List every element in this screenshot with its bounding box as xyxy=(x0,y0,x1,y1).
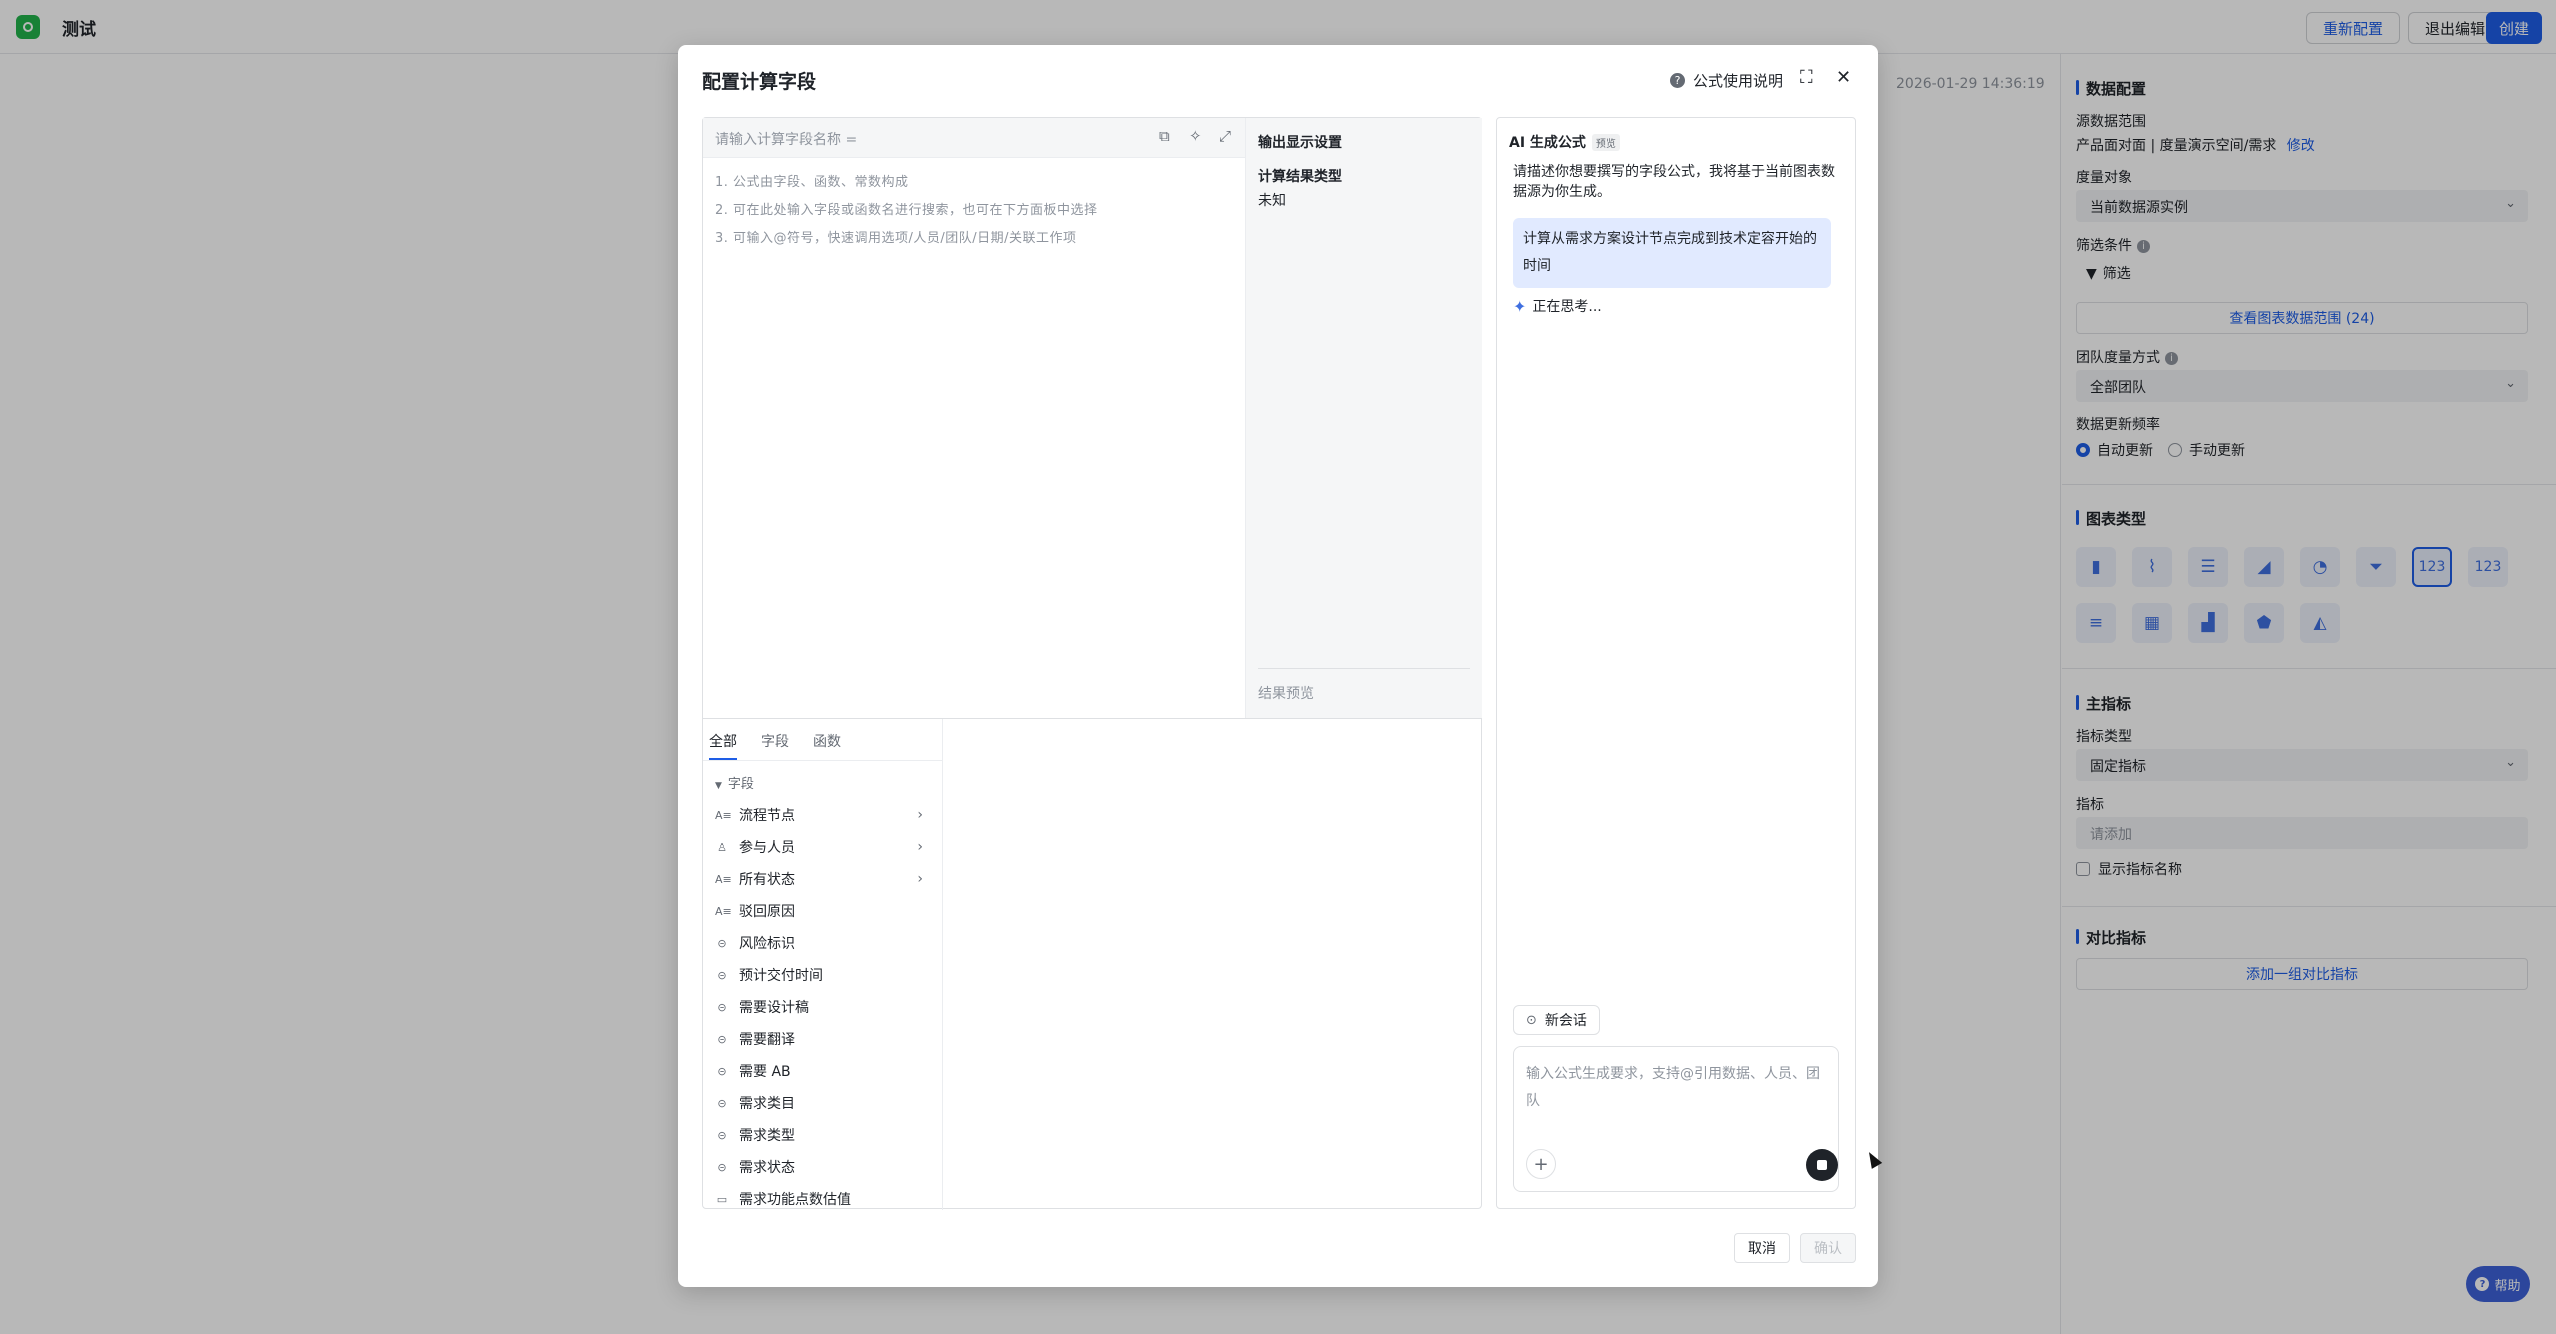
field-name: 需求类目 xyxy=(739,1096,795,1112)
field-name: 驳回原因 xyxy=(739,904,795,920)
sparkle-icon: ✦ xyxy=(1513,296,1527,316)
ai-formula-panel: AI 生成公式 预览 请描述你想要撰写的字段公式，我将基于当前图表数据源为你生成。… xyxy=(1496,117,1856,1209)
tab-fields[interactable]: 字段 xyxy=(761,731,789,751)
thinking-text: 正在思考... xyxy=(1532,299,1602,315)
field-type-icon: ⊝ xyxy=(717,1096,727,1110)
field-type-icon: ♙ xyxy=(717,840,727,854)
close-icon[interactable]: ✕ xyxy=(1836,67,1851,88)
field-list-item[interactable]: ⊝ 预计交付时间 xyxy=(715,961,933,989)
field-type-icon: ⊝ xyxy=(717,1032,727,1046)
divider xyxy=(1258,668,1470,669)
field-name: 需求功能点数估值 xyxy=(739,1192,851,1208)
field-type-icon: ⊝ xyxy=(717,1064,727,1078)
field-name: 参与人员 xyxy=(739,840,795,856)
field-list: ▼ 字段 A≡ 流程节点 › ♙ 参与人员 › A≡ 所有状态 › A≡ 驳回原因 ⊝ 风险标识 ⊝ 预计交付… xyxy=(703,761,943,1210)
ai-title-text: AI 生成公式 xyxy=(1509,135,1586,151)
formula-help-link[interactable]: ? 公式使用说明 xyxy=(1670,70,1783,91)
field-list-item[interactable]: ⊝ 需求状态 xyxy=(715,1153,933,1181)
field-name: 需求类型 xyxy=(739,1128,795,1144)
formula-editor: 请输入计算字段名称 = ⧉ ✧ ⤢ 1. 公式由字段、函数、常数构成 2. 可在… xyxy=(702,117,1482,1210)
field-group-label: 字段 xyxy=(727,777,754,792)
thinking-status: ✦ 正在思考... xyxy=(1513,296,1602,316)
field-list-item[interactable]: ⊝ 需求类型 xyxy=(715,1121,933,1149)
tab-functions[interactable]: 函数 xyxy=(813,731,841,751)
result-type-label: 计算结果类型 xyxy=(1258,169,1342,185)
field-type-icon: ⊝ xyxy=(717,1128,727,1142)
picker-tabs: 全部 字段 函数 xyxy=(703,719,943,761)
field-list-item[interactable]: A≡ 驳回原因 xyxy=(715,897,933,925)
stop-icon xyxy=(1817,1160,1827,1170)
copy-icon[interactable]: ⧉ xyxy=(1159,127,1170,145)
new-chat-icon: ⊙ xyxy=(1526,1012,1537,1028)
field-name: 需求状态 xyxy=(739,1160,795,1176)
field-list-item[interactable]: ⊝ 风险标识 xyxy=(715,929,933,957)
hint-line: 1. 公式由字段、函数、常数构成 xyxy=(715,175,909,190)
field-list-item[interactable]: ⊝ 需要翻译 xyxy=(715,1025,933,1053)
tab-all[interactable]: 全部 xyxy=(709,731,737,751)
field-name: 预计交付时间 xyxy=(739,968,823,984)
ai-prompt-input[interactable]: 输入公式生成要求，支持@引用数据、人员、团队 + xyxy=(1513,1046,1839,1192)
field-type-icon: ⊝ xyxy=(717,1000,727,1014)
field-list-item[interactable]: ⊝ 需求类目 xyxy=(715,1089,933,1117)
field-name: 需要翻译 xyxy=(739,1032,795,1048)
result-type-value: 未知 xyxy=(1258,193,1286,209)
field-name: 需要设计稿 xyxy=(739,1000,809,1016)
plus-icon[interactable]: + xyxy=(1526,1149,1556,1179)
field-type-icon: A≡ xyxy=(715,904,732,918)
chevron-right-icon[interactable]: › xyxy=(917,871,923,887)
ai-panel-title: AI 生成公式 预览 xyxy=(1509,132,1620,152)
result-preview-label: 结果预览 xyxy=(1258,686,1314,702)
fullscreen-icon[interactable]: ⛶ xyxy=(1800,67,1813,88)
field-list-item[interactable]: ⊝ 需要设计稿 xyxy=(715,993,933,1021)
new-chat-button[interactable]: ⊙ 新会话 xyxy=(1513,1005,1600,1035)
field-name: 需要 AB xyxy=(739,1064,791,1080)
field-type-icon: A≡ xyxy=(715,872,732,886)
field-name: 风险标识 xyxy=(739,936,795,952)
formula-help-label: 公式使用说明 xyxy=(1693,72,1784,90)
field-list-item[interactable]: ⊝ 需要 AB xyxy=(715,1057,933,1085)
field-list-item[interactable]: A≡ 所有状态 › xyxy=(715,865,933,893)
output-settings: 输出显示设置 计算结果类型 未知 结果预览 xyxy=(1245,118,1482,718)
stop-generation-button[interactable] xyxy=(1806,1149,1838,1181)
field-name-input[interactable]: 请输入计算字段名称 = xyxy=(715,129,857,149)
field-group-header[interactable]: ▼ 字段 xyxy=(715,773,754,792)
field-type-icon: ⊝ xyxy=(717,1160,727,1174)
cancel-button[interactable]: 取消 xyxy=(1734,1233,1790,1263)
preview-badge: 预览 xyxy=(1591,133,1620,151)
confirm-button[interactable]: 确认 xyxy=(1800,1233,1856,1263)
field-type-icon: A≡ xyxy=(715,808,732,822)
output-settings-title: 输出显示设置 xyxy=(1258,135,1342,151)
field-picker: 全部 字段 函数 ▼ 字段 A≡ 流程节点 › ♙ 参与人员 › A≡ 所有状态 › A≡ 驳回原因 ⊝… xyxy=(703,718,1482,1210)
calc-field-modal: 配置计算字段 ? 公式使用说明 ⛶ ✕ 请输入计算字段名称 = ⧉ ✧ ⤢ 1. … xyxy=(678,45,1878,1287)
field-type-icon: ▭ xyxy=(716,1192,728,1206)
field-name: 流程节点 xyxy=(739,808,795,824)
chevron-right-icon[interactable]: › xyxy=(917,807,923,823)
question-icon: ? xyxy=(1670,73,1685,88)
ai-description: 请描述你想要撰写的字段公式，我将基于当前图表数据源为你生成。 xyxy=(1513,164,1835,200)
expand-icon[interactable]: ⤢ xyxy=(1219,127,1231,145)
modal-title: 配置计算字段 xyxy=(702,71,817,93)
field-name-bar: 请输入计算字段名称 = ⧉ ✧ ⤢ xyxy=(703,118,1245,158)
user-message-bubble: 计算从需求方案设计节点完成到技术定容开始的时间 xyxy=(1513,218,1831,288)
format-icon[interactable]: ✧ xyxy=(1189,127,1202,145)
caret-down-icon: ▼ xyxy=(715,781,722,791)
hint-line: 3. 可输入@符号，快速调用选项/人员/团队/日期/关联工作项 xyxy=(715,231,1077,246)
field-list-item[interactable]: ▭ 需求功能点数估值 xyxy=(715,1185,933,1210)
field-list-item[interactable]: ♙ 参与人员 › xyxy=(715,833,933,861)
field-type-icon: ⊝ xyxy=(717,936,727,950)
chevron-right-icon[interactable]: › xyxy=(917,839,923,855)
hint-line: 2. 可在此处输入字段或函数名进行搜索，也可在下方面板中选择 xyxy=(715,203,1098,218)
active-tab-indicator xyxy=(709,758,737,760)
new-chat-label: 新会话 xyxy=(1544,1013,1587,1029)
field-name: 所有状态 xyxy=(739,872,795,888)
field-list-item[interactable]: A≡ 流程节点 › xyxy=(715,801,933,829)
ai-prompt-placeholder: 输入公式生成要求，支持@引用数据、人员、团队 xyxy=(1526,1066,1820,1109)
field-type-icon: ⊝ xyxy=(717,968,727,982)
